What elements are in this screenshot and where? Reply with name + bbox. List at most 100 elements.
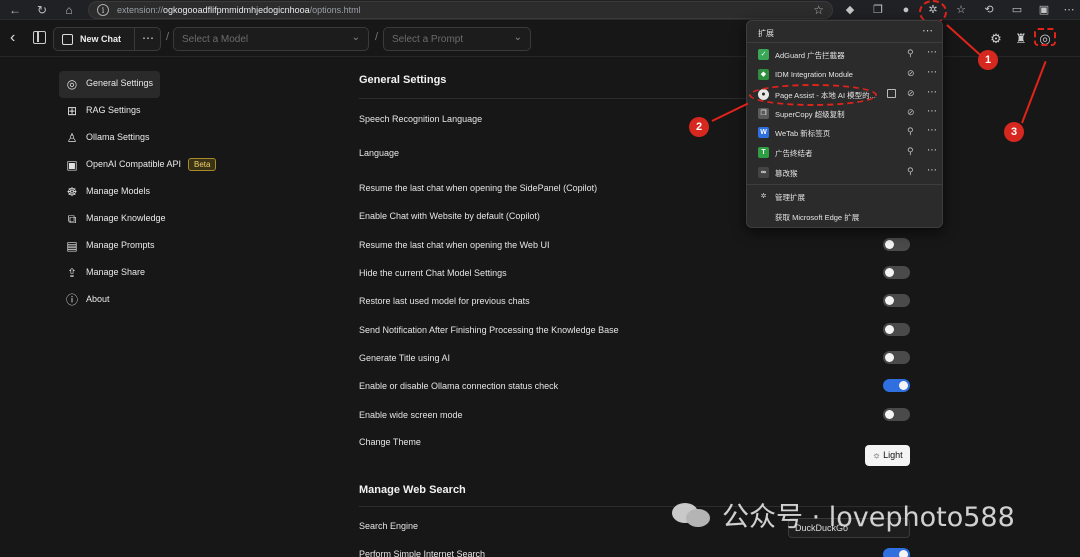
extension-more-icon[interactable]: ⋯	[927, 106, 937, 117]
idm-extension-icon[interactable]: ◆	[843, 3, 857, 17]
new-chat-label: New Chat	[80, 34, 122, 44]
share-icon: ⇪	[66, 266, 78, 280]
sidebar-item-about[interactable]: ⓘ About	[59, 287, 219, 314]
tampermonkey-icon: ∞	[758, 167, 769, 178]
adguard-shield-icon: ✓	[758, 49, 769, 60]
pin-icon[interactable]: ⚲	[907, 166, 914, 177]
model-select[interactable]: Select a Model ⌄	[173, 27, 369, 51]
ollama-status-label: Enable or disable Ollama connection stat…	[359, 381, 559, 391]
unpin-icon[interactable]: ⊘	[907, 88, 915, 99]
sidebar-item-label: RAG Settings	[86, 105, 141, 115]
general-settings-icon: ◎	[66, 77, 78, 91]
chevron-down-icon: ⌄	[513, 32, 522, 43]
sidebar-item-manage-models[interactable]: ☸ Manage Models	[59, 179, 219, 206]
browser-more-icon[interactable]: ⋯	[1062, 3, 1076, 17]
unpin-icon[interactable]: ⊘	[907, 107, 915, 118]
annotation-number-3: 3	[1004, 122, 1024, 142]
generate-title-toggle[interactable]	[883, 351, 910, 364]
watermark-text: 公众号 · lovephoto588	[722, 501, 1015, 533]
book-icon: ▤	[66, 239, 78, 253]
home-icon[interactable]: ⌂	[61, 2, 77, 18]
sidebar-item-openai-api[interactable]: ▣ OpenAI Compatible API Beta	[59, 152, 219, 179]
extension-item-adguard[interactable]: ✓ AdGuard 广告拦截器 ⚲ ⋯	[747, 45, 942, 64]
sidebar-item-label: Ollama Settings	[86, 132, 150, 142]
hide-model-settings-toggle[interactable]	[883, 266, 910, 279]
address-bar[interactable]: i extension://ogkogooadflifpmmidmhjedogi…	[88, 1, 833, 19]
extension-more-icon[interactable]: ⋯	[927, 145, 937, 156]
history-icon[interactable]: ⟲	[982, 3, 996, 17]
sidebar-item-manage-prompts[interactable]: ▤ Manage Prompts	[59, 233, 219, 260]
manage-extensions-label: 管理扩展	[775, 193, 805, 202]
github-icon[interactable]: ♜	[1013, 31, 1029, 47]
prompt-select[interactable]: Select a Prompt ⌄	[383, 27, 531, 51]
extension-more-icon[interactable]: ⋯	[927, 47, 937, 58]
screenshot-icon[interactable]: ▭	[1010, 3, 1024, 17]
popup-more-icon[interactable]: ⋯	[922, 24, 933, 37]
sidebar-item-label: OpenAI Compatible API	[86, 159, 182, 169]
extension-label: 广告终结者	[775, 149, 813, 158]
chip-icon: ▣	[66, 158, 78, 172]
back-chevron-icon[interactable]: ‹	[10, 30, 24, 46]
beta-badge: Beta	[188, 158, 217, 171]
resume-sidepanel-label: Resume the last chat when opening the Si…	[359, 183, 598, 193]
manage-extensions-item[interactable]: ✲ 管理扩展	[747, 187, 942, 206]
model-select-placeholder: Select a Model	[182, 34, 249, 45]
new-chat-icon	[62, 34, 73, 45]
more-options-icon[interactable]: ⋯	[142, 31, 155, 45]
favorites-icon[interactable]: ☆	[954, 3, 968, 17]
extension-item-supercopy[interactable]: ❐ SuperCopy 超级复制 ⊘ ⋯	[747, 104, 942, 123]
pin-icon[interactable]: ⚲	[907, 48, 914, 59]
extensions-popup-title: 扩展	[758, 29, 774, 38]
theme-toggle-button[interactable]: ☼ Light	[865, 445, 910, 466]
reload-icon[interactable]: ↻	[34, 2, 50, 18]
supercopy-icon: ❐	[758, 108, 769, 119]
site-info-icon[interactable]: i	[97, 4, 109, 16]
divider	[134, 28, 135, 50]
sidebar-app-icon[interactable]: ▣	[1037, 3, 1051, 17]
sidebar-toggle-icon[interactable]	[33, 31, 46, 44]
pin-icon[interactable]: ⚲	[907, 146, 914, 157]
extension-item-ad-terminator[interactable]: T 广告终结者 ⚲ ⋯	[747, 143, 942, 162]
send-notification-toggle[interactable]	[883, 323, 910, 336]
change-theme-label: Change Theme	[359, 437, 421, 447]
sidebar-item-ollama-settings[interactable]: ♙ Ollama Settings	[59, 125, 219, 152]
url-text[interactable]: extension://ogkogooadflifpmmidmhjedogicn…	[117, 5, 361, 15]
sidebar-item-rag-settings[interactable]: ⊞ RAG Settings	[59, 98, 219, 125]
page-assist-extension-icon[interactable]: ●	[899, 3, 913, 17]
extension-item-idm[interactable]: ◆ IDM Integration Module ⊘ ⋯	[747, 65, 942, 84]
language-label: Language	[359, 148, 400, 158]
settings-gear-icon[interactable]: ⚙	[988, 31, 1004, 47]
sidebar-item-manage-knowledge[interactable]: ⧉ Manage Knowledge	[59, 206, 219, 233]
browser-back-icon[interactable]: ←	[7, 2, 23, 18]
get-extensions-item[interactable]: 获取 Microsoft Edge 扩展	[747, 207, 942, 226]
sidebar-item-label: General Settings	[86, 78, 154, 88]
idm-icon: ◆	[758, 69, 769, 80]
extension-item-wetab[interactable]: W WeTab 新标签页 ⚲ ⋯	[747, 123, 942, 142]
extension-more-icon[interactable]: ⋯	[927, 67, 937, 78]
extension-more-icon[interactable]: ⋯	[927, 165, 937, 176]
simple-search-toggle[interactable]	[883, 548, 910, 557]
extension-more-icon[interactable]: ⋯	[927, 87, 937, 98]
resume-webui-toggle[interactable]	[883, 238, 910, 251]
new-chat-button[interactable]: New Chat ⋯	[53, 27, 161, 51]
blocks-icon: ⧉	[67, 212, 77, 226]
favorite-star-icon[interactable]: ☆	[813, 3, 824, 17]
extension-item-tampermonkey[interactable]: ∞ 篡改猴 ⚲ ⋯	[747, 163, 942, 182]
extension-label: SuperCopy 超级复制	[775, 110, 845, 119]
browser-toolbar: ← ↻ ⌂ i extension://ogkogooadflifpmmidmh…	[0, 0, 1080, 24]
copy-extension-icon[interactable]: ❐	[871, 3, 885, 17]
divider	[747, 184, 942, 185]
pin-icon[interactable]: ⚲	[907, 126, 914, 137]
ollama-status-toggle[interactable]	[883, 379, 910, 392]
unpin-icon[interactable]: ⊘	[907, 68, 915, 79]
restore-model-toggle[interactable]	[883, 294, 910, 307]
wide-screen-toggle[interactable]	[883, 408, 910, 421]
sidebar-item-general-settings[interactable]: ◎ General Settings	[59, 71, 160, 98]
page: ← ↻ ⌂ i extension://ogkogooadflifpmmidmh…	[0, 0, 1080, 557]
extension-label: AdGuard 广告拦截器	[775, 51, 845, 60]
sidebar-item-manage-share[interactable]: ⇪ Manage Share	[59, 260, 219, 287]
speech-language-label: Speech Recognition Language	[359, 114, 483, 124]
extension-more-icon[interactable]: ⋯	[927, 125, 937, 136]
sidepanel-icon[interactable]	[887, 89, 896, 98]
web-search-title: Manage Web Search	[359, 484, 466, 496]
